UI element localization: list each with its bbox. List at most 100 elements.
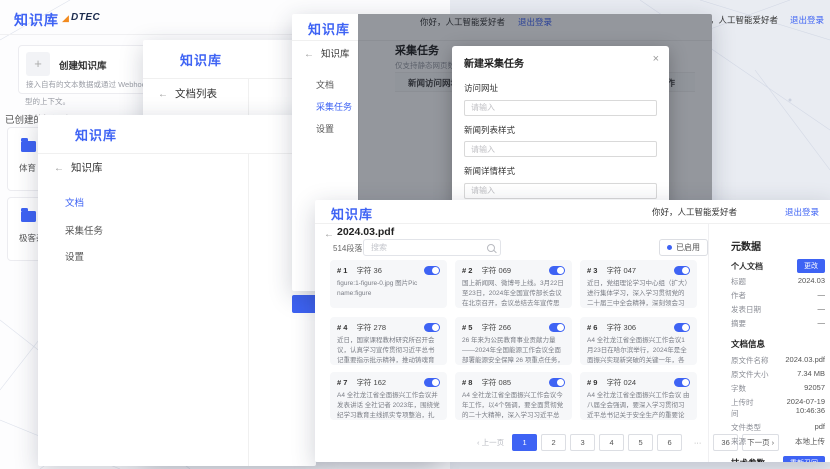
meta-label: 标题 xyxy=(731,276,746,287)
doclist-title: 文档列表 xyxy=(175,88,217,100)
meta-value: — xyxy=(818,304,826,315)
chunk-card[interactable]: # 8字符 085 A4 全社龙江省全面振兴工作会议今年工作，以4个强调，要全面… xyxy=(455,372,572,420)
chunk-chars: 字符 36 xyxy=(356,265,381,276)
kb-card-name: 体育 xyxy=(19,162,36,174)
meta-label: 作者 xyxy=(731,290,746,301)
filter-status-icon xyxy=(667,245,672,250)
meta-value: 92057 xyxy=(804,383,825,394)
chunk-card[interactable]: # 7字符 162 A4 全社龙江省全面振兴工作会议并发表讲话 全社记者 202… xyxy=(330,372,447,420)
field-input-list-style[interactable] xyxy=(464,141,657,157)
chunk-toggle[interactable] xyxy=(549,323,565,332)
chunk-card[interactable]: # 2字符 069 国上新闻网、微博号上线。3月22日至23日，2024年全国宣… xyxy=(455,260,572,308)
meta-row: 原文件名称2024.03.pdf xyxy=(731,355,825,366)
sidebar-item-docs[interactable]: 文档 xyxy=(316,78,334,91)
kb-header: 知识库 xyxy=(38,115,316,154)
kb-back-label: 知识库 xyxy=(71,162,103,174)
meta-row: 原文件大小7.34 MB xyxy=(731,369,825,380)
meta-row: 发表日期 — xyxy=(731,304,825,315)
meta-label: 发表日期 xyxy=(731,304,761,315)
pagination-page[interactable]: 5 xyxy=(628,434,653,451)
sidebar-item-settings[interactable]: 设置 xyxy=(316,122,334,135)
field-label-list-style: 新闻列表样式 xyxy=(464,124,657,136)
meta-label: 字数 xyxy=(731,383,746,394)
chunk-card[interactable]: # 9字符 024 A4 全社龙江省全面振兴工作会议 由八届全会强调，要深入学习… xyxy=(580,372,697,420)
meta-label: 来源 xyxy=(731,436,746,447)
search-icon xyxy=(487,244,495,252)
chunk-id: # 5 xyxy=(462,323,472,332)
tech-heading: 技术参数 xyxy=(731,457,765,462)
folder-icon xyxy=(21,141,36,152)
meta-label: 上传时间 xyxy=(731,397,759,419)
chunk-chars: 字符 085 xyxy=(481,377,511,388)
metadata-panel: 元数据 个人文档 更改 标题2024.03 作者— 发表日期— 摘要— 文档信息… xyxy=(708,223,830,462)
chunk-id: # 1 xyxy=(337,266,347,275)
close-icon[interactable]: × xyxy=(653,53,659,65)
chunk-toggle[interactable] xyxy=(674,323,690,332)
meta-row: 字数 92057 xyxy=(731,383,825,394)
window-kb-detail: 知识库 ← 知识库 文档 采集任务 设置 xyxy=(38,115,316,466)
meta-row: 标题2024.03 xyxy=(731,276,825,287)
meta-value: — xyxy=(818,318,826,329)
chunk-count: 514段落 xyxy=(333,243,362,254)
meta-value: 本地上传 xyxy=(795,436,825,447)
meta-row: 摘要— xyxy=(731,318,825,329)
back-arrow-icon: ← xyxy=(54,163,64,174)
primary-button-partial[interactable] xyxy=(292,295,316,313)
chunk-text: A4 全社龙江省全面振兴工作会议并发表讲话 全社记者 2023年，围绕党纪学习教… xyxy=(337,391,440,419)
sidebar-item-collect[interactable]: 采集任务 xyxy=(316,100,352,113)
pagination-page[interactable]: 1 xyxy=(512,434,537,451)
doc-logout-link[interactable]: 退出登录 xyxy=(785,206,819,218)
doclist-back[interactable]: ← 文档列表 xyxy=(158,84,217,102)
meta-row: 来源 本地上传 xyxy=(731,436,825,447)
pagination-page[interactable]: 6 xyxy=(657,434,682,451)
bg-logout-link[interactable]: 退出登录 xyxy=(790,14,824,26)
kb-back[interactable]: ← 知识库 xyxy=(54,158,103,176)
chunk-toggle[interactable] xyxy=(549,378,565,387)
field-label-url: 访问网址 xyxy=(464,82,657,94)
chunk-card[interactable]: # 1字符 36 figure:1-figure-0.jpg 图片Pic nam… xyxy=(330,260,447,308)
chunk-text: 近日，国家课程教材研究所召开会议，认真学习宣传贯彻习近平总书记重要指示批示精神，… xyxy=(337,336,440,364)
change-button[interactable]: 更改 xyxy=(797,259,825,273)
chunk-card[interactable]: # 5字符 266 26 年来为公民教育事业贡献力量——2024年全国能源工作会… xyxy=(455,317,572,365)
create-kb-desc-2: 型的上下文。 xyxy=(25,96,70,107)
brand-logo: DTEC xyxy=(71,12,100,23)
back-arrow-icon: ← xyxy=(158,89,168,100)
docinfo-heading: 文档信息 xyxy=(731,338,825,350)
chunk-chars: 字符 306 xyxy=(606,322,636,333)
chunk-text: 26 年来为公民教育事业贡献力量——2024年全国能源工作会议全面部署能源安全保… xyxy=(462,336,565,364)
chunk-toggle[interactable] xyxy=(674,266,690,275)
chunk-toggle[interactable] xyxy=(424,378,440,387)
chunk-toggle[interactable] xyxy=(424,266,440,275)
meta-value: — xyxy=(818,290,826,301)
field-input-detail-style[interactable] xyxy=(464,183,657,199)
chunk-chars: 字符 278 xyxy=(356,322,386,333)
pagination-page[interactable]: 4 xyxy=(599,434,624,451)
doc-logo: 知识库 xyxy=(331,204,373,223)
filter-label: 已启用 xyxy=(676,242,700,253)
chunk-card[interactable]: # 4字符 278 近日，国家课程教材研究所召开会议，认真学习宣传贯彻习近平总书… xyxy=(330,317,447,365)
field-input-url[interactable] xyxy=(464,100,657,116)
sidebar-item-settings[interactable]: 设置 xyxy=(65,249,84,263)
pagination-page[interactable]: 2 xyxy=(541,434,566,451)
recall-button[interactable]: 重新召回 xyxy=(783,456,825,462)
chunk-card[interactable]: # 3字符 047 近日，党组理论学习中心组（扩大）进行集体学习，深入学习贯彻党… xyxy=(580,260,697,308)
chunk-card[interactable]: # 6字符 306 A4 全社龙江省全面振兴工作会议1月23日在哈尔滨举行，20… xyxy=(580,317,697,365)
personal-doc-title: 个人文档 xyxy=(731,261,763,272)
filter-enabled-button[interactable]: 已启用 xyxy=(659,239,708,256)
collect-back-label: 知识库 xyxy=(321,49,350,60)
sidebar-item-collect[interactable]: 采集任务 xyxy=(65,223,103,237)
chunk-toggle[interactable] xyxy=(549,266,565,275)
pagination-page[interactable]: 3 xyxy=(570,434,595,451)
chunk-id: # 8 xyxy=(462,378,472,387)
kb-logo: 知识库 xyxy=(75,125,117,144)
back-arrow-icon[interactable]: ← xyxy=(324,229,334,240)
sidebar-item-docs[interactable]: 文档 xyxy=(65,195,84,209)
search-input[interactable] xyxy=(363,239,501,256)
modal-title: 新建采集任务 xyxy=(464,55,657,70)
chunk-toggle[interactable] xyxy=(674,378,690,387)
pagination-prev[interactable]: ‹ 上一页 xyxy=(473,435,508,450)
chunk-toggle[interactable] xyxy=(424,323,440,332)
chunk-chars: 字符 069 xyxy=(481,265,511,276)
meta-row: 文件类型pdf xyxy=(731,422,825,433)
collect-back[interactable]: ←知识库 xyxy=(304,44,350,62)
